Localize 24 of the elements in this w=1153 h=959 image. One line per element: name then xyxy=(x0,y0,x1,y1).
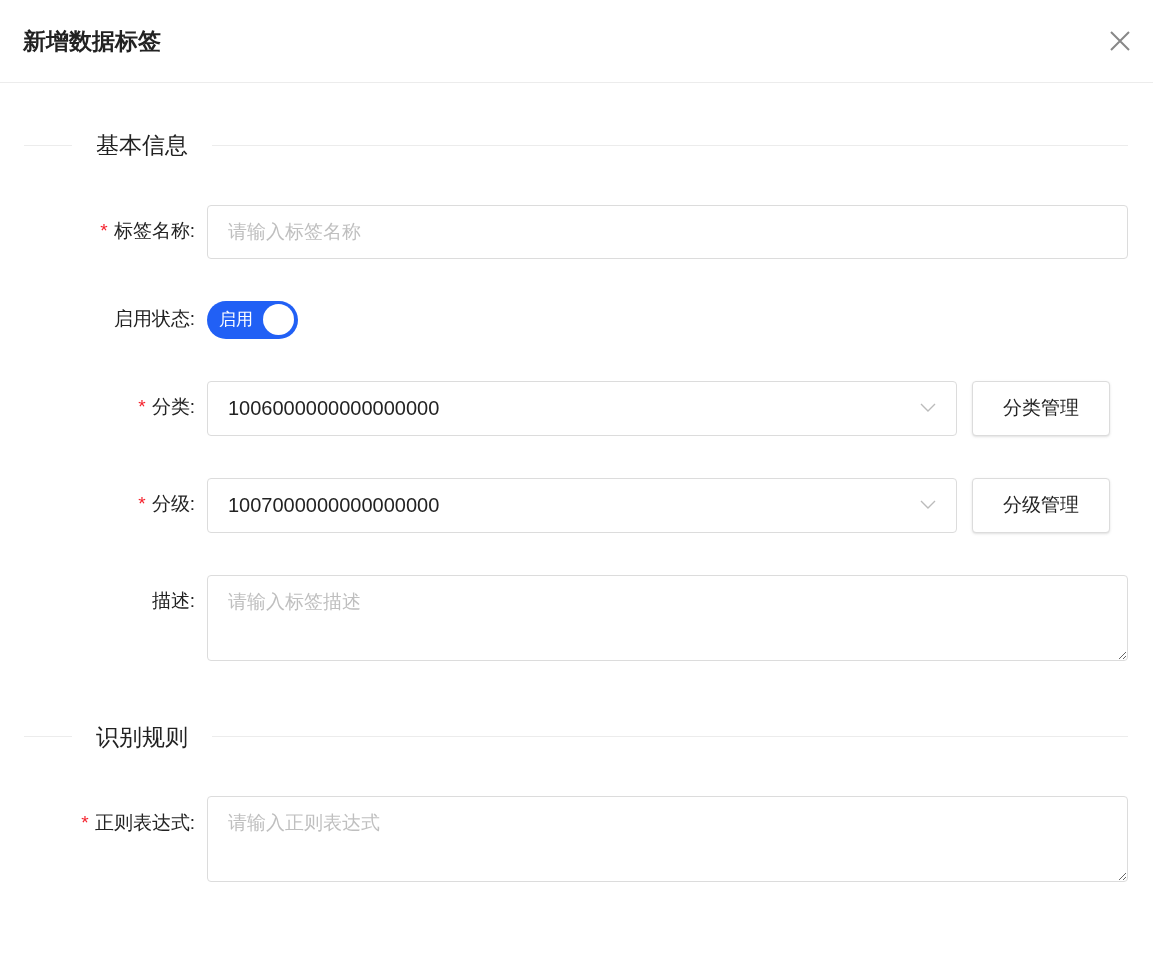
field-label: 标签名称: xyxy=(113,219,195,244)
section-heading: 识别规则 xyxy=(95,722,189,752)
required-asterisk: * xyxy=(81,810,89,835)
manage-button[interactable]: 分类管理 xyxy=(972,380,1110,436)
field-label: 分级: xyxy=(151,492,195,517)
field-label: 分类: xyxy=(151,395,195,420)
text-input-field[interactable]: 请输入标签名称 xyxy=(207,204,1128,259)
required-asterisk: * xyxy=(138,395,146,420)
dropdown-select[interactable]: 1006000000000000000 xyxy=(207,380,957,436)
required-asterisk: * xyxy=(138,492,146,517)
dropdown-select[interactable]: 1007000000000000000 xyxy=(207,477,957,533)
required-asterisk: * xyxy=(100,219,108,244)
manage-button[interactable]: 分级管理 xyxy=(972,477,1110,533)
dialog-title: 新增数据标签 xyxy=(23,26,161,56)
text-area-field[interactable]: 请输入正则表达式 xyxy=(207,796,1128,882)
chevron-down-icon xyxy=(920,500,936,510)
field-label: 正则表达式: xyxy=(94,810,195,835)
chevron-down-icon xyxy=(920,403,936,413)
field-label: 描述: xyxy=(151,589,195,614)
section-heading: 基本信息 xyxy=(95,131,189,160)
toggle-switch[interactable]: 启用 xyxy=(207,300,298,339)
close-icon[interactable] xyxy=(1110,31,1130,51)
text-area-field[interactable]: 请输入标签描述 xyxy=(207,574,1128,661)
field-label: 启用状态: xyxy=(113,307,195,332)
